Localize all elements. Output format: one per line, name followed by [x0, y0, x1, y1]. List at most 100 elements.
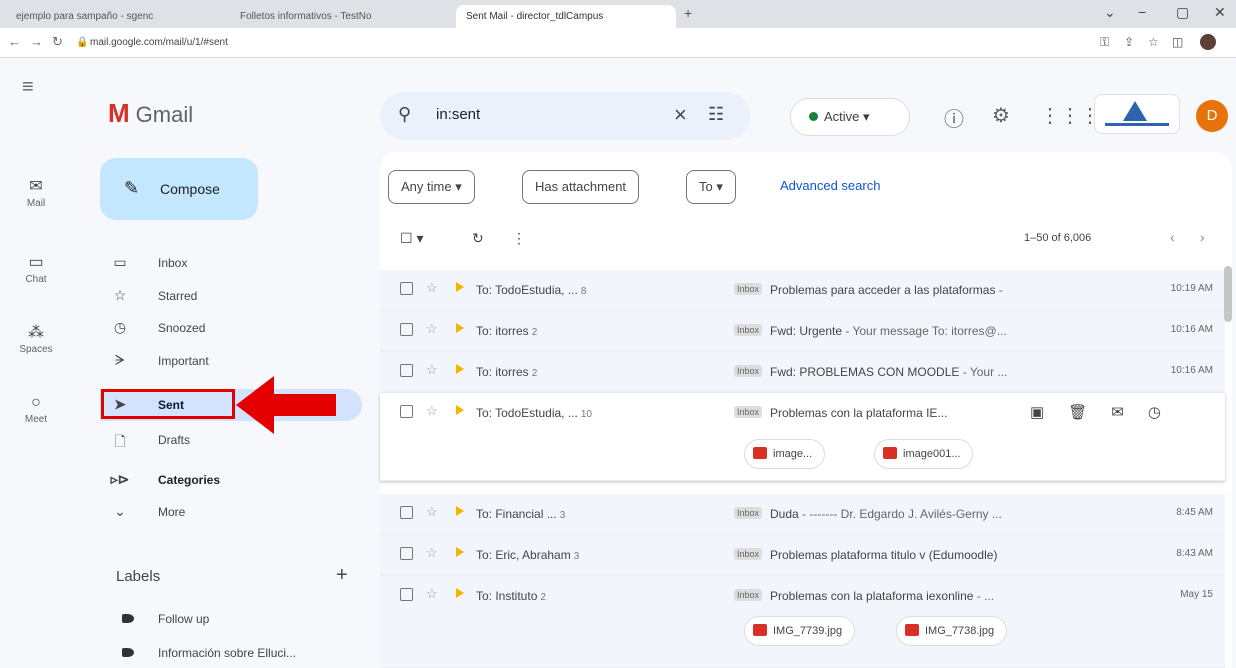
attachment-chip[interactable]: IMG_7739.jpg	[744, 616, 856, 646]
logo-text: Gmail	[135, 102, 194, 127]
filter-has-attachment[interactable]: Has attachment	[522, 170, 640, 204]
rail-item-chat[interactable]: ▭ Chat	[0, 252, 72, 285]
rail-item-mail[interactable]: ✉ Mail	[0, 176, 72, 209]
share-icon[interactable]: ⇪	[1124, 35, 1134, 49]
browser-tab[interactable]: ejemplo para sampaño - sgenc	[6, 5, 226, 28]
search-input[interactable]	[436, 106, 656, 123]
sidebar-item-label: Important	[158, 354, 209, 368]
sidebar-item-categories[interactable]: ▹⊳ Categories	[100, 464, 362, 496]
draft-icon: 🗋	[114, 433, 126, 449]
important-marker-icon[interactable]	[456, 405, 464, 415]
archive-icon[interactable]: ▣	[1030, 404, 1044, 421]
gmail-logo[interactable]: M Gmail	[108, 98, 193, 129]
tab-list-icon[interactable]: ⌄	[1104, 4, 1116, 21]
bookmark-star-icon[interactable]: ☆	[1148, 35, 1159, 49]
important-marker-icon[interactable]	[456, 323, 464, 333]
rail-item-spaces[interactable]: ⁂ Spaces	[0, 322, 72, 355]
search-options-icon[interactable]: ☷	[708, 104, 724, 125]
important-marker-icon[interactable]	[456, 282, 464, 292]
browser-tab-active[interactable]: Sent Mail - director_tdlCampus	[456, 5, 676, 28]
important-marker-icon[interactable]	[456, 506, 464, 516]
refresh-icon[interactable]: ↻	[472, 230, 484, 247]
row-checkbox[interactable]	[400, 547, 413, 560]
add-label-icon[interactable]: +	[336, 564, 348, 587]
forward-icon[interactable]: →	[30, 34, 43, 49]
account-avatar[interactable]: D	[1196, 100, 1228, 132]
snooze-icon[interactable]: ◷	[1148, 404, 1161, 421]
row-recipients: To: itorres 2	[476, 324, 537, 338]
settings-gear-icon[interactable]: ⚙	[992, 103, 1010, 128]
key-icon[interactable]: ⚿	[1100, 35, 1109, 50]
attachment-chip[interactable]: image...	[744, 439, 826, 469]
delete-icon[interactable]: 🗑	[1068, 404, 1087, 421]
star-icon[interactable]: ☆	[426, 545, 438, 561]
minimize-icon[interactable]: −	[1138, 4, 1146, 20]
sidebar-item-inbox[interactable]: ▭ Inbox	[100, 247, 362, 279]
sidebar-item-snoozed[interactable]: ◷ Snoozed	[100, 312, 362, 344]
table-row-hovered[interactable]: ☆ To: TodoEstudia, ... 10 Inbox Problemas…	[380, 393, 1225, 481]
sidebar-item-important[interactable]: ᗒ Important	[100, 345, 362, 377]
next-page-icon[interactable]: ›	[1200, 229, 1205, 245]
row-checkbox[interactable]	[400, 323, 413, 336]
inbox-badge: Inbox	[734, 324, 763, 336]
table-row[interactable]: ☆ To: itorres 2 Inbox Fwd: Urgente - Your…	[380, 311, 1225, 352]
inbox-badge: Inbox	[734, 406, 763, 418]
star-icon[interactable]: ☆	[426, 504, 438, 520]
subject-text: Duda	[770, 507, 799, 521]
new-tab-button[interactable]: +	[684, 5, 692, 21]
organization-logo[interactable]	[1094, 94, 1180, 134]
important-marker-icon[interactable]	[456, 588, 464, 598]
reload-icon[interactable]: ↻	[52, 34, 63, 50]
label-item[interactable]: Información sobre Elluci...	[100, 638, 362, 668]
row-checkbox[interactable]	[400, 506, 413, 519]
row-checkbox[interactable]	[400, 364, 413, 377]
row-checkbox[interactable]	[400, 405, 413, 418]
important-marker-icon[interactable]	[456, 547, 464, 557]
attachment-chip[interactable]: IMG_7738.jpg	[896, 616, 1008, 646]
browser-profile-avatar[interactable]	[1200, 34, 1216, 50]
maximize-icon[interactable]: ▢	[1176, 4, 1189, 21]
row-checkbox[interactable]	[400, 282, 413, 295]
rail-item-meet[interactable]: ○ Meet	[0, 394, 72, 425]
browser-tab[interactable]: Folletos informativos - TestNo	[230, 5, 452, 28]
more-options-icon[interactable]: ⋮	[512, 230, 526, 247]
table-row[interactable]: ☆ To: TodoEstudia, ... 8 Inbox Problemas …	[380, 270, 1225, 311]
filter-to[interactable]: To ▾	[686, 170, 736, 204]
star-icon[interactable]: ☆	[426, 586, 438, 602]
advanced-search-link[interactable]: Advanced search	[780, 178, 880, 193]
sidebar-item-more[interactable]: ⌄ More	[100, 496, 362, 528]
table-row[interactable]: ☆ To: itorres 2 Inbox Fwd: PROBLEMAS CON …	[380, 352, 1225, 393]
sidebar-item-starred[interactable]: ☆ Starred	[100, 280, 362, 312]
help-icon[interactable]: ⓘ	[944, 103, 964, 132]
filter-any-time[interactable]: Any time ▾	[388, 170, 475, 204]
status-selector[interactable]: Active ▾	[790, 98, 910, 136]
table-row[interactable]: ☆ To: Instituto 2 Inbox Problemas con la …	[380, 576, 1225, 668]
compose-button[interactable]: ✎ Compose	[100, 158, 258, 220]
close-window-icon[interactable]: ✕	[1214, 4, 1226, 21]
clear-search-icon[interactable]: ×	[674, 102, 687, 128]
url-field[interactable]: 🔒 mail.google.com/mail/u/1/#sent	[72, 33, 1072, 53]
search-icon[interactable]: ⚲	[398, 104, 411, 125]
select-all-checkbox[interactable]: ☐ ▾	[400, 230, 423, 247]
star-icon[interactable]: ☆	[426, 362, 438, 378]
label-item[interactable]: Follow up	[100, 604, 362, 634]
mark-unread-icon[interactable]: ✉	[1111, 404, 1124, 421]
table-row[interactable]: ☆ To: Financial ... 3 Inbox Duda - ------…	[380, 494, 1225, 535]
chevron-down-icon: ⌄	[114, 503, 126, 519]
apps-grid-icon[interactable]: ⋮⋮⋮	[1040, 103, 1100, 128]
list-scrollbar[interactable]	[1224, 266, 1232, 322]
star-icon[interactable]: ☆	[426, 280, 438, 296]
star-icon[interactable]: ☆	[426, 403, 438, 419]
attachment-chip[interactable]: image001...	[874, 439, 974, 469]
main-menu-icon[interactable]: ≡	[22, 76, 34, 99]
row-checkbox[interactable]	[400, 588, 413, 601]
prev-page-icon[interactable]: ‹	[1170, 229, 1175, 245]
star-icon[interactable]: ☆	[426, 321, 438, 337]
sidepanel-icon[interactable]: ◫	[1172, 35, 1183, 49]
inbox-badge: Inbox	[734, 365, 763, 377]
chip-label: Has attachment	[535, 179, 627, 194]
table-row[interactable]: ☆ To: Eric, Abraham 3 Inbox Problemas pla…	[380, 535, 1225, 576]
recipient-text: To: TodoEstudia, ...	[476, 406, 578, 420]
important-marker-icon[interactable]	[456, 364, 464, 374]
back-icon[interactable]: ←	[8, 34, 21, 49]
